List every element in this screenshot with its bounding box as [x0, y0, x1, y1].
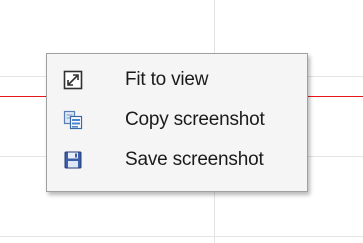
menu-item-label: Save screenshot: [125, 149, 264, 170]
menu-item-label: Fit to view: [125, 69, 209, 90]
copy-icon: [63, 110, 83, 130]
fit-to-view-icon: [63, 70, 83, 90]
menu-item-save-screenshot[interactable]: Save screenshot: [47, 140, 307, 180]
menu-item-fit-to-view[interactable]: Fit to view: [47, 60, 307, 100]
series-line-left: [0, 96, 46, 97]
save-disk-icon: [63, 150, 83, 170]
menu-item-label: Copy screenshot: [125, 109, 265, 130]
series-line-right: [308, 96, 363, 97]
menu-item-copy-screenshot[interactable]: Copy screenshot: [47, 100, 307, 140]
context-menu: Fit to view Copy screenshot Save screens…: [46, 53, 308, 192]
plot-area[interactable]: Fit to view Copy screenshot Save screens…: [0, 0, 363, 243]
horizontal-gridline: [0, 236, 363, 237]
